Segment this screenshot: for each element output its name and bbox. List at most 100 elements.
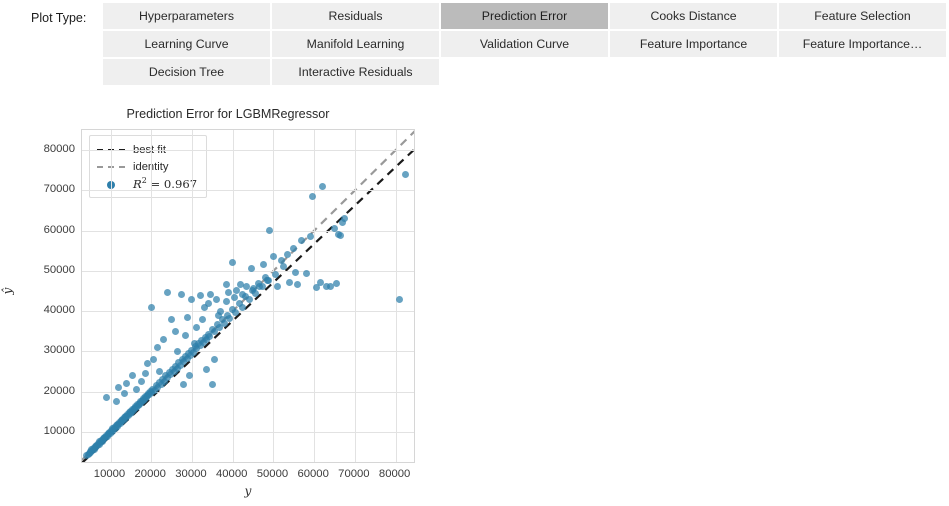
plot-type-button-cooks-distance[interactable]: Cooks Distance — [610, 3, 777, 29]
scatter-point — [174, 347, 182, 355]
scatter-point — [229, 259, 237, 267]
scatter-point — [192, 323, 200, 331]
gridline-horizontal — [82, 230, 414, 232]
scatter-point — [123, 380, 131, 388]
scatter-point — [178, 290, 186, 298]
x-tick-label: 10000 — [93, 468, 126, 480]
plot-type-button-learning-curve[interactable]: Learning Curve — [103, 31, 270, 57]
scatter-point — [306, 233, 314, 241]
x-tick-label: 50000 — [256, 468, 289, 480]
scatter-point — [198, 315, 206, 323]
scatter-point — [190, 339, 198, 347]
scatter-point — [172, 327, 180, 335]
chart-title: Prediction Error for LGBMRegressor — [126, 107, 330, 121]
legend-label-r-squared: R2 = 0.967 — [133, 176, 198, 191]
gridline-vertical — [314, 130, 316, 462]
y-tick-label: 50000 — [43, 263, 75, 276]
scatter-point — [341, 215, 349, 223]
plot-type-button-feature-selection[interactable]: Feature Selection — [779, 3, 946, 29]
scatter-point — [196, 292, 204, 300]
scatter-point — [265, 227, 273, 235]
scatter-point — [238, 303, 246, 311]
scatter-point — [396, 295, 404, 303]
scatter-point — [137, 378, 145, 385]
x-axis-label: y — [244, 484, 252, 498]
plot-type-button-feature-importances[interactable]: Feature Importance… — [779, 31, 946, 57]
gridline-horizontal — [82, 311, 414, 313]
y-tick-label: 60000 — [43, 223, 75, 236]
y-tick-label: 30000 — [43, 344, 75, 357]
scatter-point — [231, 293, 239, 301]
scatter-point — [232, 309, 240, 317]
scatter-point — [292, 269, 300, 277]
scatter-point — [208, 380, 216, 388]
plot-type-button-prediction-error[interactable]: Prediction Error — [441, 3, 608, 29]
scatter-point — [147, 303, 155, 311]
scatter-point — [129, 371, 137, 379]
scatter-point — [202, 365, 210, 373]
plot-type-button-placeholder-1 — [441, 59, 608, 85]
gridline-horizontal — [82, 190, 414, 192]
scatter-point — [259, 261, 267, 269]
scatter-point — [302, 270, 310, 278]
scatter-point — [280, 263, 288, 271]
scatter-point — [121, 390, 129, 398]
gridline-vertical — [151, 130, 153, 462]
scatter-point — [204, 299, 212, 307]
scatter-point — [223, 297, 231, 305]
scatter-point — [286, 279, 294, 287]
scatter-point — [102, 394, 110, 402]
plot-type-row-3: Decision Tree Interactive Residuals — [103, 59, 946, 85]
y-tick-label: 20000 — [43, 384, 75, 397]
scatter-point — [182, 331, 190, 339]
x-tick-label: 60000 — [297, 468, 329, 480]
scatter-point — [141, 369, 149, 377]
scatter-point — [164, 289, 172, 297]
plot-type-button-interactive-residuals[interactable]: Interactive Residuals — [272, 59, 439, 85]
scatter-point — [214, 311, 222, 319]
x-tick-label: 30000 — [175, 468, 207, 480]
x-tick-label: 70000 — [338, 468, 370, 480]
scatter-point — [153, 343, 161, 351]
scatter-point — [271, 271, 279, 279]
x-tick-label: 80000 — [378, 468, 411, 480]
scatter-point — [184, 313, 192, 321]
plot-type-button-manifold-learning[interactable]: Manifold Learning — [272, 31, 439, 57]
chart-legend: best fit identity R2 = 0.967 — [89, 135, 208, 198]
scatter-point — [274, 282, 281, 290]
scatter-point — [143, 359, 151, 367]
plot-type-button-grid: Hyperparameters Residuals Prediction Err… — [103, 3, 946, 87]
gridline-vertical — [354, 130, 356, 462]
y-tick-label: 40000 — [43, 304, 75, 317]
scatter-point — [212, 295, 220, 303]
scatter-point — [318, 182, 326, 190]
plot-type-button-hyperparameters[interactable]: Hyperparameters — [103, 3, 270, 29]
scatter-point — [308, 192, 316, 200]
scatter-point — [245, 296, 253, 304]
scatter-point — [188, 295, 196, 303]
scatter-point — [168, 315, 176, 323]
x-tick-label: 40000 — [215, 468, 248, 480]
plot-type-button-validation-curve[interactable]: Validation Curve — [441, 31, 608, 57]
plot-type-button-feature-importance[interactable]: Feature Importance — [610, 31, 777, 57]
scatter-point — [155, 367, 163, 375]
gridline-horizontal — [82, 431, 414, 433]
gridline-horizontal — [82, 270, 414, 272]
scatter-point — [290, 245, 298, 253]
scatter-point — [223, 281, 231, 289]
y-tick-label: 80000 — [43, 143, 75, 156]
plot-type-button-decision-tree[interactable]: Decision Tree — [103, 59, 270, 85]
scatter-point — [337, 231, 345, 239]
plot-type-button-placeholder-2 — [610, 59, 777, 85]
y-axis-ticks: 10000 20000 30000 40000 50000 60000 70000 80000 — [8, 129, 75, 463]
plot-type-button-residuals[interactable]: Residuals — [272, 3, 439, 29]
plot-type-label: Plot Type: — [31, 11, 87, 25]
scatter-point — [269, 253, 277, 261]
y-tick-label: 70000 — [43, 183, 75, 196]
scatter-point — [210, 355, 218, 363]
plot-type-row-2: Learning Curve Manifold Learning Validat… — [103, 31, 946, 57]
scatter-point — [255, 282, 263, 290]
y-tick-label: 10000 — [43, 424, 75, 437]
plot-type-row-1: Hyperparameters Residuals Prediction Err… — [103, 3, 946, 29]
plot-area: best fit identity R2 = 0.967 — [81, 129, 415, 463]
